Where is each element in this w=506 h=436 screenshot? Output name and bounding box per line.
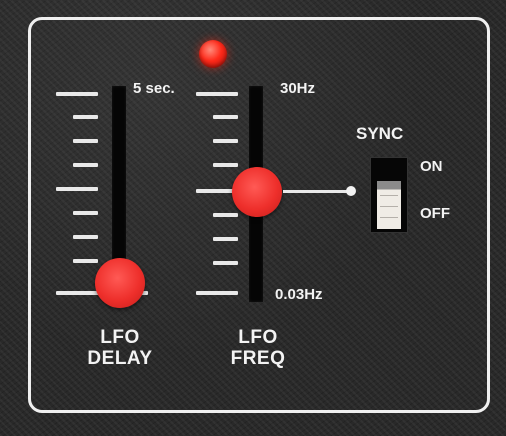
lfo-freq-tick — [213, 213, 238, 217]
lfo-freq-tick — [213, 139, 238, 143]
sync-lever-grip-line — [380, 206, 398, 207]
lfo-delay-max-label: 5 sec. — [133, 80, 175, 97]
lfo-activity-led-icon — [199, 40, 227, 68]
lfo-freq-tick — [196, 92, 238, 96]
lfo-freq-label-line2: FREQ — [230, 348, 286, 369]
lfo-delay-tick — [73, 163, 98, 167]
lfo-delay-label: LFO DELAY — [77, 327, 163, 369]
sync-title: SYNC — [356, 124, 404, 143]
lfo-freq-max-label: 30Hz — [280, 80, 316, 97]
sync-off-label: OFF — [420, 205, 450, 222]
sync-lever-grip-line — [380, 217, 398, 218]
lfo-freq-label-line1: LFO — [238, 327, 278, 348]
lfo-freq-tick — [213, 261, 238, 265]
sync-connector-dot-icon — [346, 186, 356, 196]
sync-connector-line — [283, 190, 350, 193]
lfo-freq-label: LFO FREQ — [215, 327, 301, 369]
lfo-delay-tick — [56, 92, 98, 96]
lfo-delay-label-line1: LFO — [100, 327, 140, 348]
lfo-freq-tick — [213, 237, 238, 241]
sync-on-label: ON — [420, 158, 443, 175]
lfo-delay-tick — [73, 139, 98, 143]
lfo-freq-min-label: 0.03Hz — [275, 286, 323, 303]
lfo-panel: 5 sec. LFO DELAY 30Hz 0.03Hz LFO FREQ SY… — [0, 0, 506, 436]
lfo-freq-slider-knob[interactable] — [232, 166, 282, 217]
sync-toggle-lever[interactable] — [377, 181, 401, 229]
lfo-delay-tick — [73, 259, 98, 263]
lfo-freq-tick — [213, 163, 238, 167]
lfo-delay-label-line2: DELAY — [87, 348, 153, 369]
lfo-freq-tick — [196, 291, 238, 295]
lfo-delay-tick — [56, 187, 98, 191]
lfo-delay-tick — [73, 115, 98, 119]
lfo-freq-tick — [213, 115, 238, 119]
lfo-delay-slider-knob[interactable] — [95, 258, 145, 309]
lfo-delay-tick — [73, 235, 98, 239]
lfo-delay-tick — [73, 211, 98, 215]
sync-lever-grip-line — [380, 195, 398, 196]
